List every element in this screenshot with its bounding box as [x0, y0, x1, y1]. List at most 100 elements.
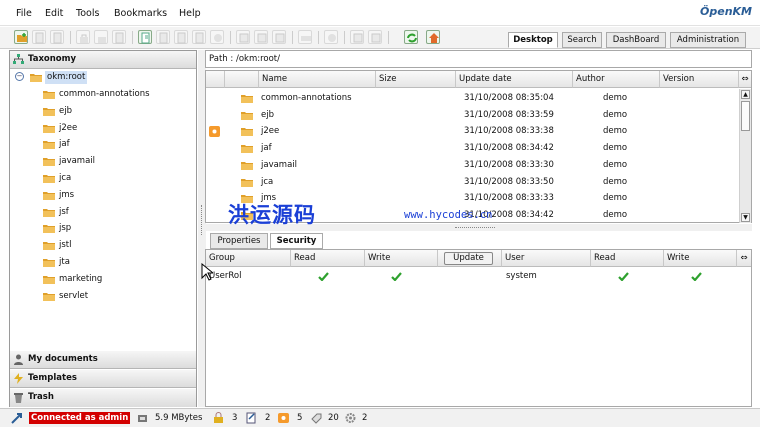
- row-author: demo: [603, 176, 628, 187]
- find-folder-icon[interactable]: [32, 30, 46, 44]
- workflow-gear-icon[interactable]: [345, 412, 356, 424]
- folder-icon: [43, 91, 55, 99]
- scroll-down-arrow-icon[interactable]: ▼: [741, 213, 750, 222]
- news-icon[interactable]: [311, 412, 322, 424]
- templates-header[interactable]: Templates: [10, 370, 196, 388]
- home-bookmark-icon[interactable]: [368, 30, 382, 44]
- grid-header-version[interactable]: Version: [660, 71, 739, 88]
- find-document-icon[interactable]: [50, 30, 64, 44]
- user-write-check-icon[interactable]: [691, 272, 702, 281]
- security-header-user-write[interactable]: Write: [664, 250, 737, 267]
- home-icon[interactable]: [426, 30, 440, 44]
- group-read-check-icon[interactable]: [318, 272, 329, 281]
- menu-help[interactable]: Help: [179, 8, 201, 19]
- table-row[interactable]: common-annotations 31/10/2008 08:35:04 dem…: [206, 90, 739, 107]
- watermark-text: 洪运源码: [228, 202, 316, 227]
- row-author: demo: [603, 159, 628, 170]
- tree-item-folder[interactable]: jaf: [59, 138, 70, 151]
- trash-label: Trash: [28, 392, 54, 402]
- tab-administration[interactable]: Administration: [670, 32, 746, 48]
- checkin-icon[interactable]: [174, 30, 188, 44]
- tree-item-folder[interactable]: jms: [59, 189, 74, 202]
- cancel-checkout-icon[interactable]: [192, 30, 206, 44]
- locked-count: 3: [232, 413, 238, 423]
- tab-dashboard[interactable]: DashBoard: [606, 32, 666, 48]
- table-row[interactable]: jaf 31/10/2008 08:34:42 demo: [206, 140, 739, 157]
- table-row[interactable]: j2ee 31/10/2008 08:33:38 demo: [206, 123, 739, 140]
- folder-icon: [241, 128, 253, 137]
- security-header-user-read[interactable]: Read: [591, 250, 664, 267]
- tree-item-folder[interactable]: servlet: [59, 290, 88, 303]
- settings-icon[interactable]: [324, 30, 338, 44]
- add-document-icon[interactable]: [112, 30, 126, 44]
- tab-properties[interactable]: Properties: [210, 233, 268, 249]
- lock-icon[interactable]: [76, 30, 90, 44]
- tree-item-folder[interactable]: common-annotations: [59, 88, 150, 101]
- user-read-check-icon[interactable]: [618, 272, 629, 281]
- menu-file[interactable]: File: [16, 8, 32, 19]
- paste-icon[interactable]: [254, 30, 268, 44]
- checkout-icon[interactable]: [156, 30, 170, 44]
- user-icon: [14, 354, 23, 365]
- lightning-icon: [14, 373, 23, 384]
- mouse-cursor-icon: [201, 263, 213, 281]
- menu-edit[interactable]: Edit: [45, 8, 63, 19]
- scroll-up-arrow-icon[interactable]: ▲: [741, 90, 750, 99]
- menu-bookmarks[interactable]: Bookmarks: [114, 8, 167, 19]
- tree-item-folder[interactable]: jca: [59, 172, 71, 185]
- collapse-toggle-icon[interactable]: −: [15, 72, 24, 81]
- security-panel: Group Read Write Update User Read Write …: [205, 249, 752, 407]
- menu-tools[interactable]: Tools: [76, 8, 99, 19]
- security-header-user[interactable]: User: [502, 250, 591, 267]
- grid-scrollbar[interactable]: ▲ ▼: [739, 89, 751, 223]
- tab-search[interactable]: Search: [562, 32, 602, 48]
- scanner-icon[interactable]: [298, 30, 312, 44]
- tree-item-folder[interactable]: jstl: [59, 239, 71, 252]
- subscribed-icon[interactable]: [278, 412, 289, 424]
- tree-item-folder[interactable]: jsp: [59, 222, 71, 235]
- row-author: demo: [603, 143, 628, 154]
- checkout-documents-icon[interactable]: [246, 412, 257, 424]
- update-button[interactable]: Update: [444, 252, 493, 265]
- create-folder-icon[interactable]: [14, 30, 28, 44]
- column-resize-icon[interactable]: ⇔: [739, 71, 751, 88]
- folder-icon: [43, 242, 55, 251]
- unlock-icon[interactable]: [94, 30, 108, 44]
- tree-item-folder[interactable]: marketing: [59, 273, 102, 286]
- grid-header-size[interactable]: Size: [376, 71, 456, 88]
- add-bookmark-icon[interactable]: [350, 30, 364, 44]
- taxonomy-header[interactable]: Taxonomy: [10, 51, 196, 69]
- grid-header-icon-col: [206, 71, 225, 88]
- trash-header[interactable]: Trash: [10, 389, 196, 407]
- folder-icon: [43, 141, 55, 150]
- column-resize-icon[interactable]: ⇔: [737, 250, 751, 267]
- tree-item-folder[interactable]: jsf: [59, 206, 69, 219]
- grid-header-author[interactable]: Author: [573, 71, 660, 88]
- tab-desktop[interactable]: Desktop: [508, 32, 558, 48]
- tree-item-folder[interactable]: ejb: [59, 105, 72, 118]
- my-documents-header[interactable]: My documents: [10, 351, 196, 369]
- security-header-group[interactable]: Group: [206, 250, 291, 267]
- tree-item-root[interactable]: okm:root: [45, 71, 88, 84]
- group-write-check-icon[interactable]: [391, 272, 402, 281]
- tab-security[interactable]: Security: [270, 233, 323, 249]
- tree-item-folder[interactable]: javamail: [59, 155, 95, 168]
- tree-item-folder[interactable]: j2ee: [59, 122, 77, 135]
- tree-item-folder[interactable]: jta: [59, 256, 70, 269]
- move-icon[interactable]: [272, 30, 286, 44]
- grid-header-name[interactable]: Name: [259, 71, 376, 88]
- delete-icon[interactable]: [210, 30, 224, 44]
- table-row[interactable]: ejb 31/10/2008 08:33:59 demo: [206, 107, 739, 124]
- locked-documents-icon[interactable]: [213, 412, 224, 424]
- upload-document-icon[interactable]: [138, 30, 152, 44]
- menu-bar: File Edit Tools Bookmarks Help ÖpenKM: [0, 0, 760, 26]
- refresh-icon[interactable]: [404, 30, 418, 44]
- security-header-group-read[interactable]: Read: [291, 250, 365, 267]
- copy-icon[interactable]: [236, 30, 250, 44]
- scroll-thumb[interactable]: [741, 101, 750, 131]
- security-header-group-write[interactable]: Write: [365, 250, 438, 267]
- grid-header-update-date[interactable]: Update date: [456, 71, 573, 88]
- table-row[interactable]: javamail 31/10/2008 08:33:30 demo: [206, 157, 739, 174]
- root-folder-icon: [30, 74, 42, 82]
- table-row[interactable]: jca 31/10/2008 08:33:50 demo: [206, 174, 739, 191]
